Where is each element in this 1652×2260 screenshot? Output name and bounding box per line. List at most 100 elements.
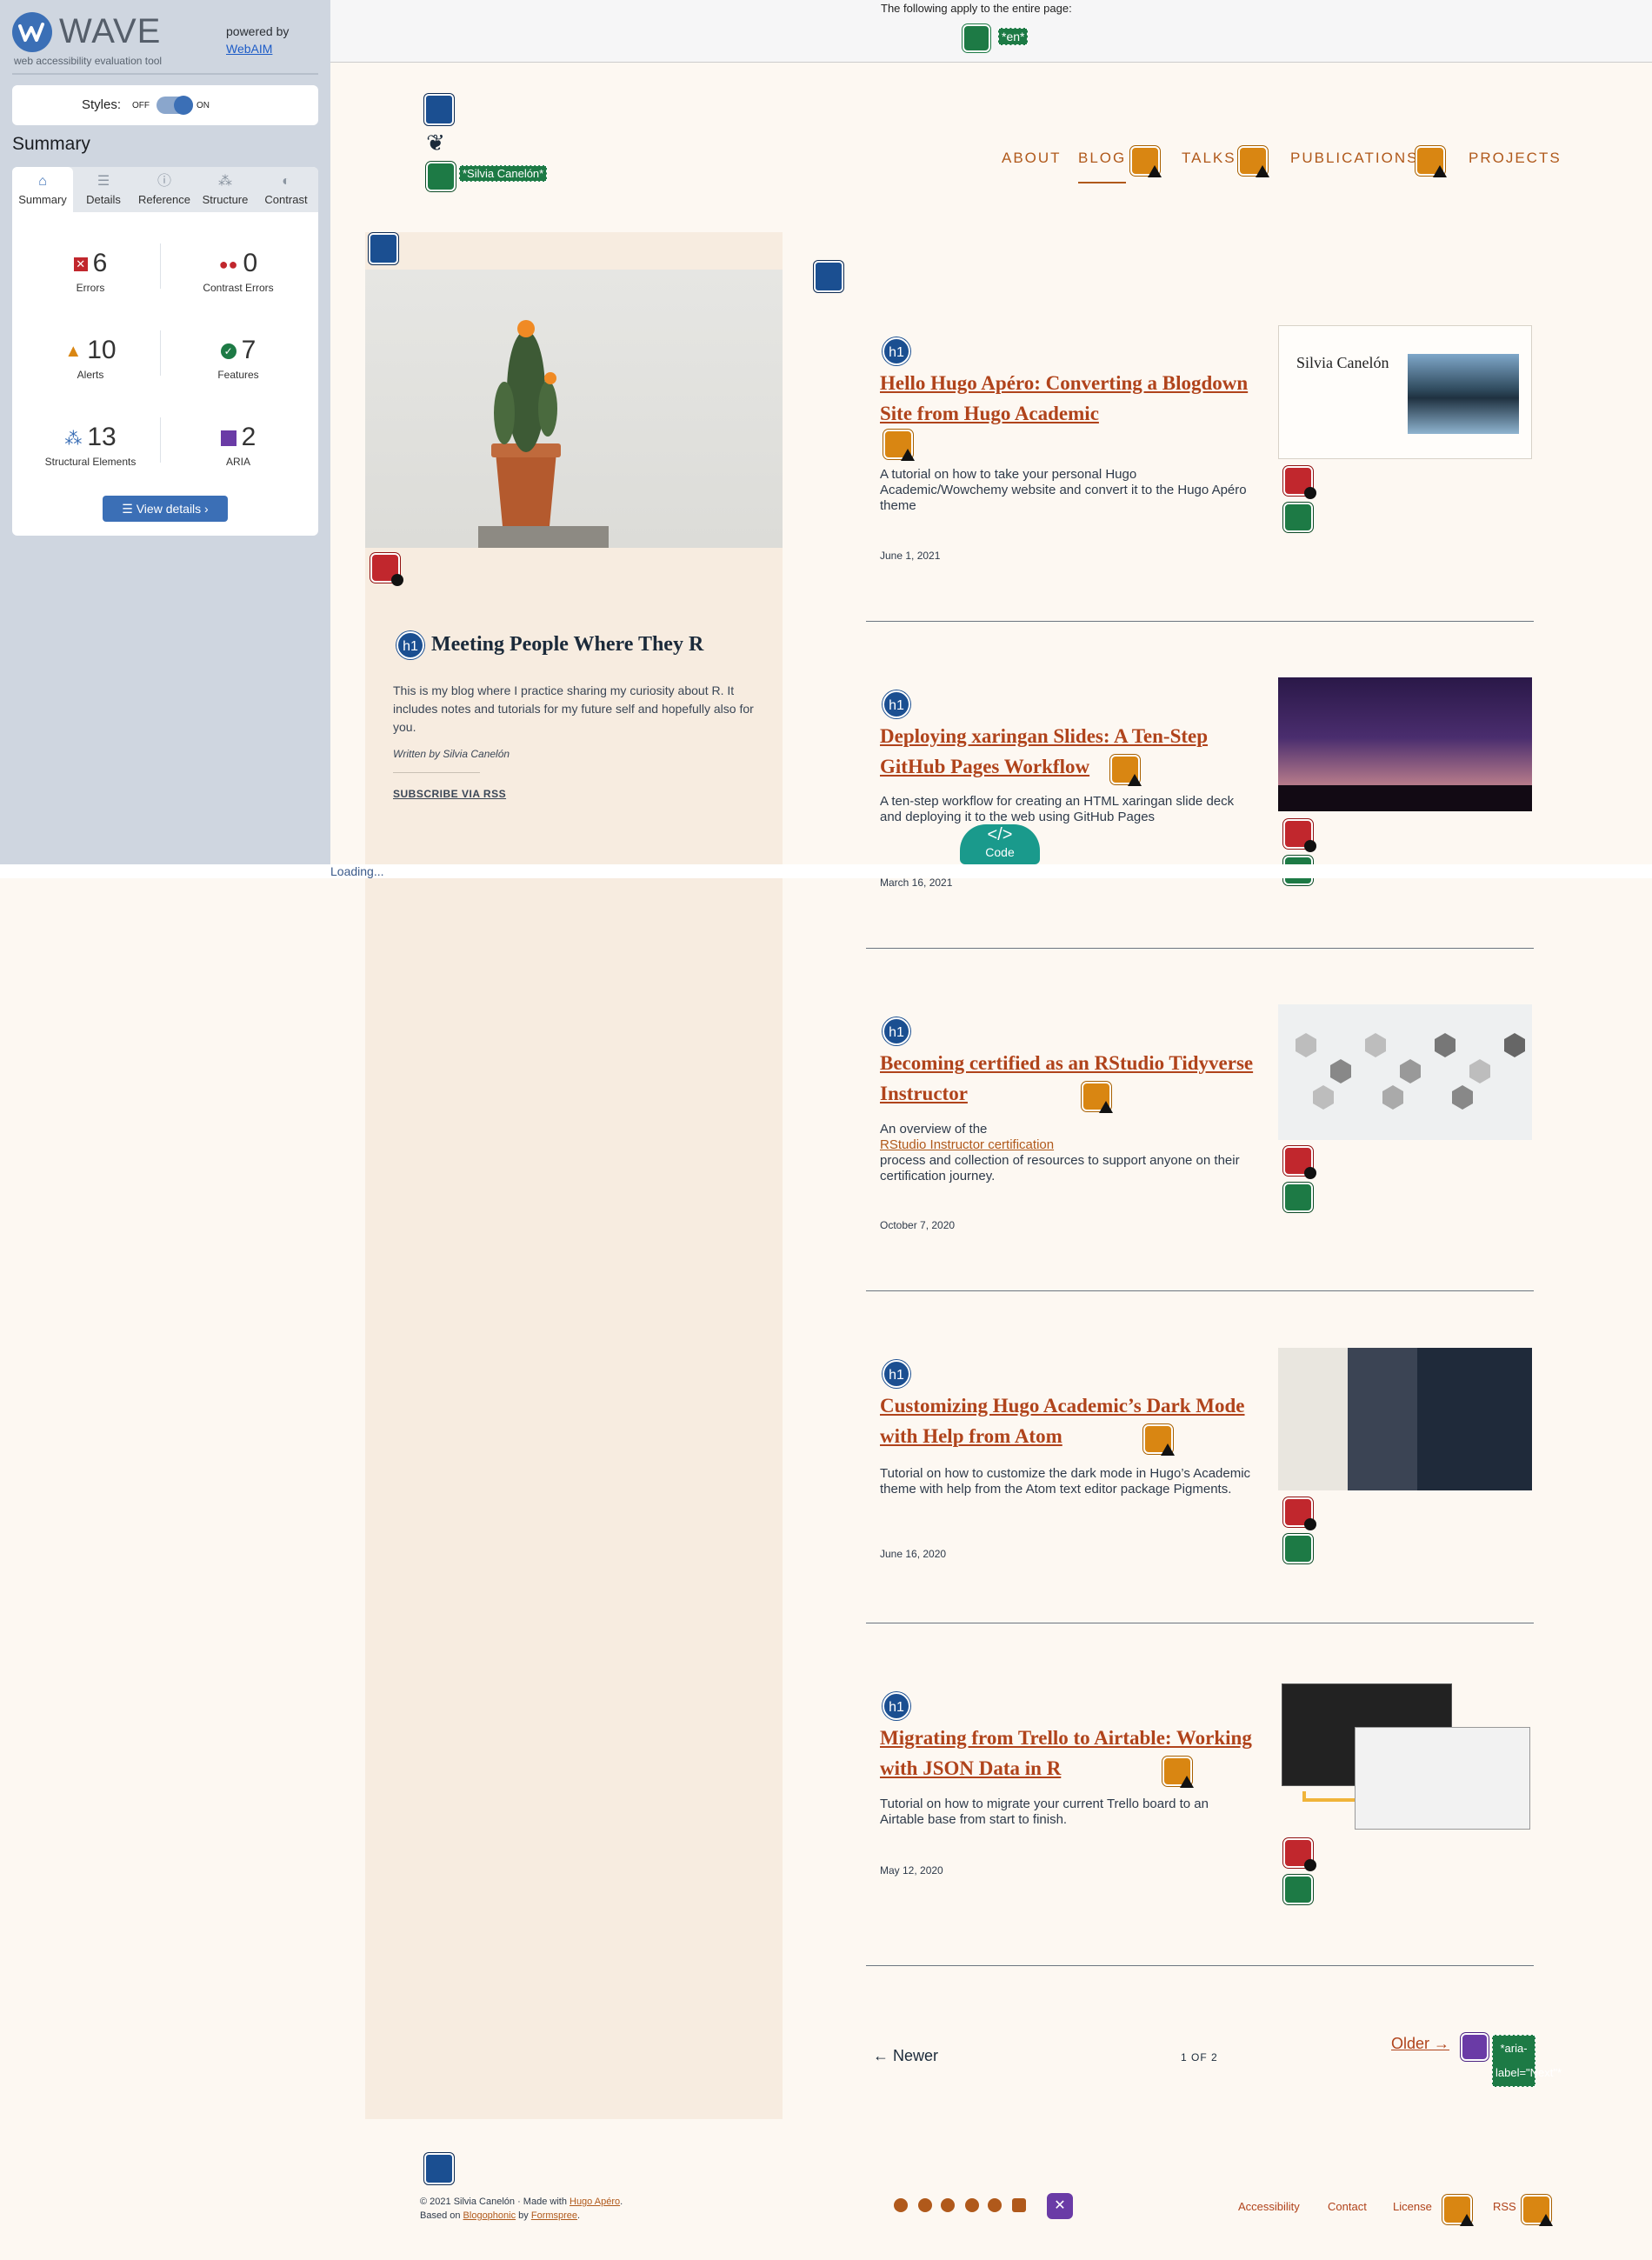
view-details-button[interactable]: ☰ View details › <box>103 496 228 522</box>
redundant-link-alert-icon[interactable] <box>1110 755 1142 786</box>
google-scholar-icon[interactable] <box>988 2198 1002 2212</box>
footer-link-contact[interactable]: Contact <box>1328 2200 1367 2213</box>
info-icon: ⓘ <box>157 174 171 189</box>
stat-structural: ⁂ 13 Structural Elements <box>44 423 137 468</box>
main-region-icon[interactable] <box>814 261 843 292</box>
home-icon: ⌂ <box>38 174 47 189</box>
redundant-link-alert-icon[interactable] <box>1082 1082 1113 1113</box>
post-divider <box>866 1290 1534 1291</box>
github-icon[interactable] <box>941 2198 955 2212</box>
post-thumbnail[interactable] <box>1278 677 1532 811</box>
list-icon: ☰ <box>97 174 110 189</box>
code-button[interactable]: </> Code <box>960 824 1040 864</box>
post-thumbnail[interactable] <box>1278 1348 1532 1490</box>
post-title-link[interactable]: Migrating from Trello to Airtable: Worki… <box>880 1723 1262 1783</box>
blogophonic-link[interactable]: Blogophonic <box>463 2210 516 2221</box>
webaim-link[interactable]: WebAIM <box>226 42 272 56</box>
aria-hidden-icon[interactable]: ✕ <box>1047 2193 1073 2219</box>
nav-about[interactable]: ABOUT <box>1002 150 1062 167</box>
stat-alerts: ▲ 10 Alerts <box>64 336 117 381</box>
post-date: March 16, 2021 <box>880 877 953 889</box>
blog-author: Written by Silvia Canelón <box>393 748 510 760</box>
missing-alt-error-icon[interactable] <box>1283 1838 1316 1871</box>
h1-heading-icon[interactable]: h1 <box>396 631 424 659</box>
styles-toggle[interactable] <box>157 96 193 115</box>
figure-feature-icon[interactable] <box>1283 503 1313 532</box>
missing-alt-error-icon[interactable] <box>1283 1497 1316 1530</box>
publons-icon[interactable] <box>965 2198 979 2212</box>
formspree-link[interactable]: Formspree <box>531 2210 577 2221</box>
redundant-link-alert-icon[interactable] <box>883 430 915 461</box>
h1-heading-icon[interactable]: h1 <box>883 690 910 718</box>
figure-feature-icon[interactable] <box>1283 1875 1313 1904</box>
instructor-certification-link[interactable]: RStudio Instructor certification <box>880 1137 1054 1152</box>
missing-alt-error-icon[interactable] <box>370 553 403 586</box>
footer-region-icon[interactable] <box>424 2153 454 2184</box>
alt-text-icon[interactable] <box>426 162 456 191</box>
post-title-link[interactable]: Deploying xaringan Slides: A Ten-Step Gi… <box>880 721 1262 782</box>
missing-alt-error-icon[interactable] <box>1283 1146 1316 1179</box>
tab-details[interactable]: ☰ Details <box>73 167 134 212</box>
nav-projects[interactable]: PROJECTS <box>1469 150 1562 167</box>
post-title-link[interactable]: Becoming certified as an RStudio Tidyver… <box>880 1048 1262 1109</box>
post-description: An overview of the RStudio Instructor ce… <box>880 1122 1240 1183</box>
post-divider <box>866 621 1534 622</box>
redundant-link-alert-icon[interactable] <box>1130 146 1162 177</box>
stat-errors: ✕ 6 Errors <box>21 249 160 294</box>
styles-off-label: OFF <box>132 101 150 110</box>
aria-label-icon[interactable] <box>1461 2033 1489 2061</box>
aside-region-icon[interactable] <box>369 233 398 264</box>
loading-bar: Loading... <box>0 864 1652 878</box>
nav-blog[interactable]: BLOG <box>1078 150 1127 183</box>
wave-brand: WAVE <box>59 12 162 50</box>
code-icon: </> <box>987 825 1013 844</box>
newer-link[interactable]: ← Newer <box>873 2047 938 2065</box>
language-icon[interactable] <box>963 24 990 52</box>
page-indicator: 1 OF 2 <box>1181 2051 1218 2063</box>
tab-reference[interactable]: ⓘ Reference <box>134 167 195 212</box>
tab-structure[interactable]: ⁂ Structure <box>195 167 256 212</box>
figure-feature-icon[interactable] <box>1283 1534 1313 1563</box>
subscribe-rss-link[interactable]: SUBSCRIBE VIA RSS <box>393 788 506 800</box>
footer-link-rss[interactable]: RSS <box>1493 2200 1516 2213</box>
post-date: October 7, 2020 <box>880 1219 956 1231</box>
header-region-icon[interactable] <box>424 94 454 125</box>
redundant-link-alert-icon[interactable] <box>1143 1424 1175 1456</box>
page-level-banner: The following apply to the entire page: … <box>330 0 1652 63</box>
figure-feature-icon[interactable] <box>1283 1183 1313 1212</box>
post-thumbnail[interactable] <box>1278 1682 1532 1831</box>
blog-title: Meeting People Where They R <box>431 633 704 656</box>
redundant-link-alert-icon[interactable] <box>1442 2195 1474 2226</box>
nav-publications[interactable]: PUBLICATIONS <box>1290 150 1418 167</box>
h1-heading-icon[interactable]: h1 <box>883 1017 910 1045</box>
redundant-link-alert-icon[interactable] <box>1162 1757 1194 1788</box>
tab-contrast[interactable]: ◐ Contrast <box>256 167 316 212</box>
twitter-icon[interactable] <box>918 2198 932 2212</box>
hugo-apero-link[interactable]: Hugo Apéro <box>570 2197 620 2207</box>
linkedin-icon[interactable] <box>1012 2198 1026 2212</box>
older-link[interactable]: Older → <box>1391 2035 1449 2053</box>
tab-summary[interactable]: ⌂ Summary <box>12 167 73 212</box>
site-logo-icon[interactable]: ❦ <box>423 130 449 155</box>
orcid-icon[interactable] <box>894 2198 908 2212</box>
missing-alt-error-icon[interactable] <box>1283 819 1316 852</box>
footer-link-accessibility[interactable]: Accessibility <box>1238 2200 1300 2213</box>
h1-heading-icon[interactable]: h1 <box>883 337 910 365</box>
wave-tabs: ⌂ Summary ☰ Details ⓘ Reference ⁂ Structure … <box>12 167 318 212</box>
post-title-link[interactable]: Hello Hugo Apéro: Converting a Blogdown … <box>880 368 1262 429</box>
redundant-link-alert-icon[interactable] <box>1416 146 1447 177</box>
post-description: Tutorial on how to customize the dark mo… <box>880 1466 1251 1497</box>
footer-link-license[interactable]: License <box>1393 2200 1432 2213</box>
list-icon: ☰ <box>122 502 137 516</box>
redundant-link-alert-icon[interactable] <box>1522 2195 1553 2226</box>
post-thumbnail[interactable]: Silvia Canelón <box>1278 325 1532 459</box>
h1-heading-icon[interactable]: h1 <box>883 1360 910 1388</box>
post-thumbnail[interactable] <box>1278 1004 1532 1140</box>
nav-talks[interactable]: TALKS <box>1182 150 1236 167</box>
post-description: A tutorial on how to take your personal … <box>880 467 1247 513</box>
post-title-link[interactable]: Customizing Hugo Academic’s Dark Mode wi… <box>880 1390 1262 1451</box>
redundant-link-alert-icon[interactable] <box>1238 146 1269 177</box>
h1-heading-icon[interactable]: h1 <box>883 1692 910 1720</box>
post-divider <box>866 948 1534 949</box>
missing-alt-error-icon[interactable] <box>1283 466 1316 499</box>
